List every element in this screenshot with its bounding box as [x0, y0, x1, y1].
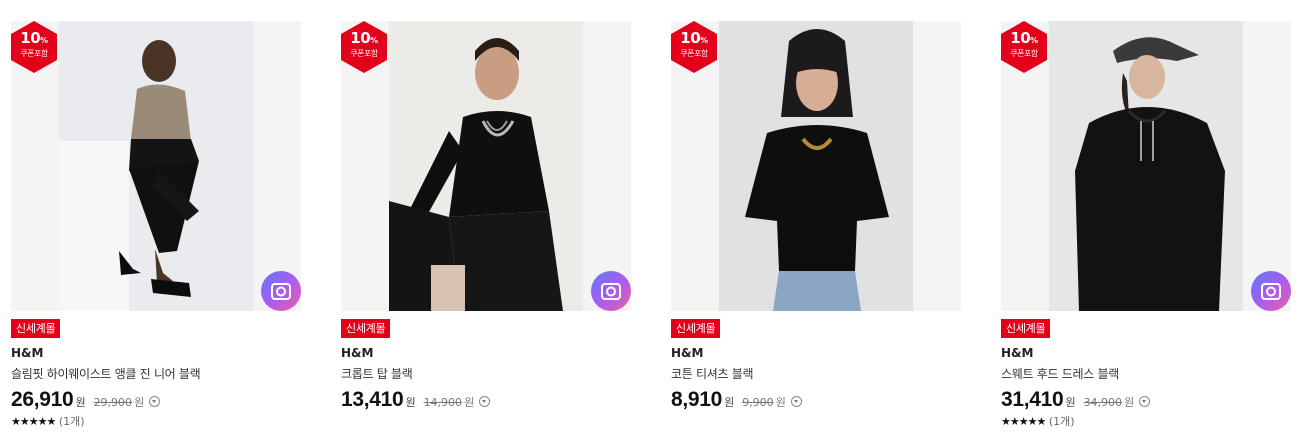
- product-thumbnail[interactable]: 10% 쿠폰포함: [671, 21, 961, 311]
- coupon-percent: 10: [1010, 29, 1031, 47]
- review-count[interactable]: (1개): [1049, 415, 1075, 428]
- rating: ★★★★★ (1개): [11, 413, 85, 429]
- coupon-percent-sign: %: [700, 36, 708, 45]
- original-price: 29,900: [93, 396, 133, 409]
- price-row: 8,910 원 9,900 원: [671, 388, 802, 412]
- currency-unit: 원: [1065, 396, 1076, 409]
- product-thumbnail[interactable]: 10% 쿠폰포함: [11, 21, 301, 311]
- brand-name[interactable]: H&M: [1001, 346, 1033, 360]
- sale-price: 26,910: [11, 388, 74, 411]
- review-count[interactable]: (1개): [59, 415, 85, 428]
- sale-price: 31,410: [1001, 388, 1064, 411]
- coupon-percent: 10: [350, 29, 371, 47]
- currency-unit: 원: [134, 396, 145, 409]
- currency-unit: 원: [724, 396, 735, 409]
- store-badge: 신세계몰: [671, 319, 721, 338]
- coupon-label: 쿠폰포함: [350, 49, 378, 58]
- product-card[interactable]: 10% 쿠폰포함 신세계몰 H&M 크롭트 탑 블랙 13,410 원 14,9…: [341, 21, 631, 431]
- coupon-label: 쿠폰포함: [1010, 49, 1038, 58]
- camera-icon[interactable]: [261, 271, 301, 311]
- product-grid: 10% 쿠폰포함 신세계몰 H&M 슬림핏 하이웨이스트 앵클 진 니어 블랙 …: [0, 0, 1296, 438]
- price-row: 13,410 원 14,900 원: [341, 388, 491, 412]
- sale-price: 8,910: [671, 388, 723, 411]
- brand-name[interactable]: H&M: [11, 346, 43, 360]
- price-info-icon[interactable]: [149, 396, 161, 407]
- product-thumbnail[interactable]: 10% 쿠폰포함: [341, 21, 631, 311]
- product-name[interactable]: 코튼 티셔츠 블랙: [671, 365, 754, 382]
- price-info-icon[interactable]: [1139, 396, 1151, 407]
- product-thumbnail[interactable]: 10% 쿠폰포함: [1001, 21, 1291, 311]
- product-name[interactable]: 슬림핏 하이웨이스트 앵클 진 니어 블랙: [11, 365, 201, 382]
- coupon-badge: 10% 쿠폰포함: [671, 21, 717, 73]
- coupon-percent: 10: [20, 29, 41, 47]
- product-photo[interactable]: [59, 21, 253, 311]
- product-photo[interactable]: [1049, 21, 1243, 311]
- currency-unit: 원: [1124, 396, 1135, 409]
- store-badge: 신세계몰: [341, 319, 391, 338]
- coupon-badge: 10% 쿠폰포함: [341, 21, 387, 73]
- coupon-percent-sign: %: [370, 36, 378, 45]
- camera-icon[interactable]: [1251, 271, 1291, 311]
- currency-unit: 원: [775, 396, 786, 409]
- product-name[interactable]: 크롭트 탑 블랙: [341, 365, 413, 382]
- sale-price: 13,410: [341, 388, 404, 411]
- price-row: 26,910 원 29,900 원: [11, 388, 161, 412]
- product-card[interactable]: 10% 쿠폰포함 신세계몰 H&M 스웨트 후드 드레스 블랙 31,410 원…: [1001, 21, 1291, 431]
- star-rating: ★★★★★: [11, 415, 56, 428]
- product-photo[interactable]: [719, 21, 913, 311]
- rating: ★★★★★ (1개): [1001, 413, 1075, 429]
- currency-unit: 원: [75, 396, 86, 409]
- camera-icon[interactable]: [591, 271, 631, 311]
- original-price: 9,900: [742, 396, 774, 409]
- currency-unit: 원: [405, 396, 416, 409]
- currency-unit: 원: [464, 396, 475, 409]
- coupon-percent-sign: %: [1030, 36, 1038, 45]
- star-rating: ★★★★★: [1001, 415, 1046, 428]
- price-row: 31,410 원 34,900 원: [1001, 388, 1151, 412]
- price-info-icon[interactable]: [790, 396, 802, 407]
- coupon-label: 쿠폰포함: [20, 49, 48, 58]
- store-badge: 신세계몰: [11, 319, 61, 338]
- product-photo[interactable]: [389, 21, 583, 311]
- product-card[interactable]: 10% 쿠폰포함 신세계몰 H&M 슬림핏 하이웨이스트 앵클 진 니어 블랙 …: [11, 21, 301, 431]
- price-info-icon[interactable]: [479, 396, 491, 407]
- product-card[interactable]: 10% 쿠폰포함 신세계몰 H&M 코튼 티셔츠 블랙 8,910 원 9,90…: [671, 21, 961, 431]
- coupon-percent: 10: [680, 29, 701, 47]
- coupon-badge: 10% 쿠폰포함: [11, 21, 57, 73]
- original-price: 14,900: [423, 396, 463, 409]
- brand-name[interactable]: H&M: [341, 346, 373, 360]
- brand-name[interactable]: H&M: [671, 346, 703, 360]
- coupon-badge: 10% 쿠폰포함: [1001, 21, 1047, 73]
- store-badge: 신세계몰: [1001, 319, 1051, 338]
- coupon-percent-sign: %: [40, 36, 48, 45]
- product-name[interactable]: 스웨트 후드 드레스 블랙: [1001, 365, 1119, 382]
- coupon-label: 쿠폰포함: [680, 49, 708, 58]
- original-price: 34,900: [1083, 396, 1123, 409]
